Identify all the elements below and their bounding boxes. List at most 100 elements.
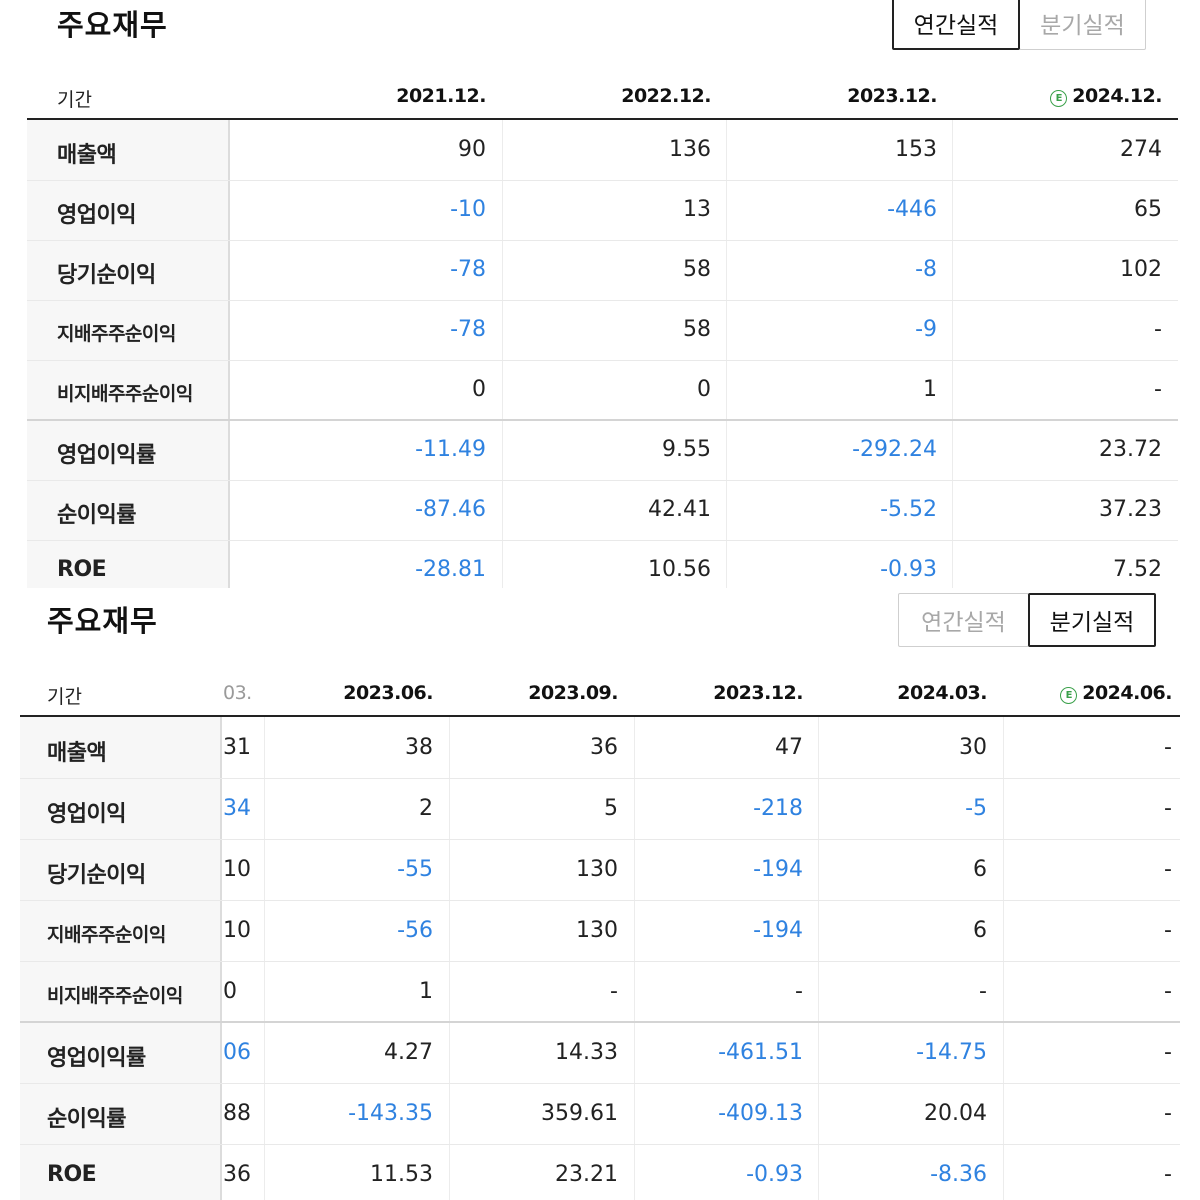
table-cell: 1 [923, 377, 937, 402]
table-cell: 7.52 [1113, 557, 1162, 582]
column-header: 2021.12. [396, 85, 486, 107]
row-label: 매출액 [57, 143, 117, 168]
table-cell: -14.75 [916, 1040, 987, 1065]
table-cell: - [1164, 1040, 1172, 1065]
table-cell: -292.24 [852, 437, 937, 462]
table-cell: -87.46 [415, 497, 486, 522]
row-divider [20, 839, 1180, 840]
panel-title: 주요재무 [47, 604, 158, 638]
row-label: 순이익률 [57, 503, 136, 528]
column-header: 2022.12. [621, 85, 711, 107]
row-divider [20, 1021, 1180, 1023]
row-label: 비지배주주순이익 [57, 383, 193, 405]
row-label: 매출액 [47, 741, 107, 766]
table-cell: - [1154, 377, 1162, 402]
table-cell: 58 [683, 317, 711, 342]
table-cell: - [610, 979, 618, 1004]
table-cell: - [1164, 735, 1172, 760]
table-cell: -78 [450, 257, 486, 282]
table-cell: 10.56 [648, 557, 711, 582]
table-cell: 136 [669, 137, 711, 162]
row-divider [20, 1144, 1180, 1145]
row-label: ROE [47, 1162, 97, 1187]
row-divider [27, 540, 1178, 541]
table-cell: 6 [973, 857, 987, 882]
table-cell: 20.04 [924, 1101, 987, 1126]
table-cell: 23.21 [555, 1162, 618, 1187]
row-divider [27, 240, 1178, 241]
table-cell: -8 [915, 257, 937, 282]
table-cell: 42.41 [648, 497, 711, 522]
column-separator [502, 120, 503, 588]
tab-quarterly[interactable]: 분기실적 [1028, 593, 1156, 647]
table-cell: - [1154, 317, 1162, 342]
table-cell: -10 [450, 197, 486, 222]
column-header-label: 2024.12. [1072, 85, 1162, 107]
table-cell: -218 [753, 796, 803, 821]
table-cell: -0.93 [746, 1162, 803, 1187]
table-cell: - [1164, 979, 1172, 1004]
row-label: 영업이익률 [47, 1046, 146, 1071]
table-cell: 14.33 [555, 1040, 618, 1065]
table-cell: 0 [697, 377, 711, 402]
table-cell: 153 [895, 137, 937, 162]
table-cell: 4.27 [384, 1040, 433, 1065]
table-cell: -28.81 [415, 557, 486, 582]
table-cell: 130 [576, 918, 618, 943]
table-cell-partial: 88 [223, 1101, 251, 1126]
table-cell: 11.53 [370, 1162, 433, 1187]
row-label: 영업이익 [57, 203, 136, 228]
column-header-label: 2022.12. [621, 85, 711, 107]
row-divider [27, 300, 1178, 301]
table-cell: 38 [405, 735, 433, 760]
column-separator [449, 717, 450, 1200]
table-cell: 30 [959, 735, 987, 760]
column-separator [726, 120, 727, 588]
row-label: 지배주주순이익 [47, 924, 166, 946]
table-cell-partial: 34 [223, 796, 251, 821]
column-header: E 2024.12. [1050, 85, 1162, 107]
table-cell: 102 [1120, 257, 1162, 282]
column-header-label: 2024.06. [1082, 682, 1172, 704]
table-cell: 37.23 [1099, 497, 1162, 522]
column-header: 2023.12. [713, 682, 803, 704]
table-cell: -9 [915, 317, 937, 342]
table-cell: - [1164, 796, 1172, 821]
table-cell: -5.52 [880, 497, 937, 522]
table-cell: - [1164, 1162, 1172, 1187]
table-cell: -143.35 [348, 1101, 433, 1126]
table-cell: - [795, 979, 803, 1004]
row-label: 당기순이익 [57, 263, 156, 288]
column-header-label: 2023.09. [528, 682, 618, 704]
column-separator [818, 717, 819, 1200]
tab-annual[interactable]: 연간실적 [898, 593, 1029, 647]
quarterly-financials-panel: 주요재무 연간실적 분기실적 기간 03. 2023.06. 2023.09. 2023… [0, 588, 1200, 1200]
table-cell: - [1164, 857, 1172, 882]
table-cell: 359.61 [541, 1101, 618, 1126]
table-cell: -56 [397, 918, 433, 943]
table-cell: 2 [419, 796, 433, 821]
column-header: 2023.06. [343, 682, 433, 704]
column-header-label: 2021.12. [396, 85, 486, 107]
period-label: 기간 [47, 686, 82, 708]
table-cell: 1 [419, 979, 433, 1004]
table-cell: 90 [458, 137, 486, 162]
table-cell: 274 [1120, 137, 1162, 162]
tab-quarterly[interactable]: 분기실적 [1019, 0, 1146, 50]
annual-financials-panel: 주요재무 연간실적 분기실적 기간 2021.12. 2022.12. 2023.12… [0, 0, 1200, 588]
table-cell: 13 [683, 197, 711, 222]
table-cell: -461.51 [718, 1040, 803, 1065]
column-separator [1003, 717, 1004, 1200]
table-cell: 23.72 [1099, 437, 1162, 462]
tab-annual[interactable]: 연간실적 [892, 0, 1020, 50]
row-divider [27, 419, 1178, 421]
table-cell: -8.36 [930, 1162, 987, 1187]
table-cell-partial: 10 [223, 918, 251, 943]
table-cell: -409.13 [718, 1101, 803, 1126]
table-cell-partial: 31 [223, 735, 251, 760]
row-divider [20, 778, 1180, 779]
column-header-label: 2023.12. [847, 85, 937, 107]
column-header-label: 2024.03. [897, 682, 987, 704]
table-cell-partial: 10 [223, 857, 251, 882]
table-cell: 6 [973, 918, 987, 943]
